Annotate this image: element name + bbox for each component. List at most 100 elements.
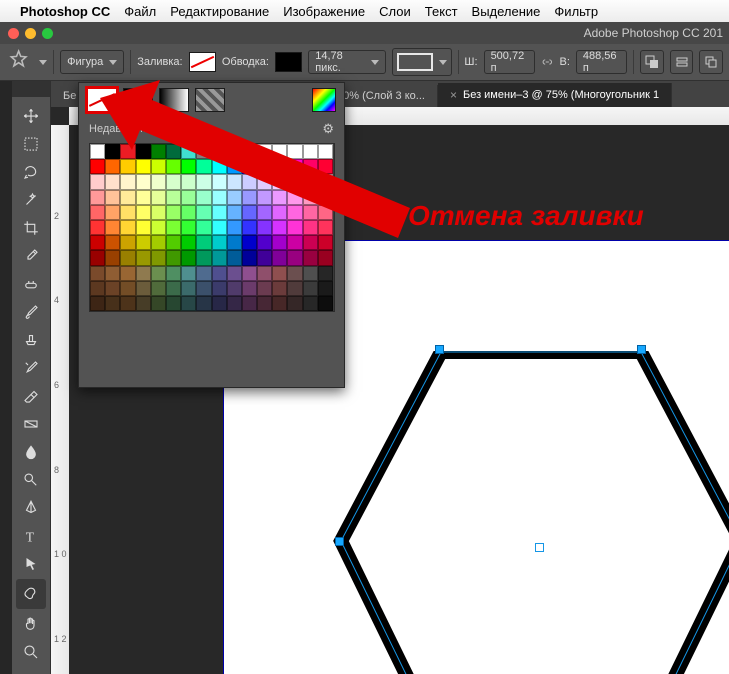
path-operations-button[interactable] [640,50,664,74]
gradient-tool[interactable] [16,411,46,437]
color-swatch[interactable] [272,281,287,296]
menu-layers[interactable]: Слои [379,4,411,19]
menu-file[interactable]: Файл [124,4,156,19]
shape-mode-dropdown[interactable]: Фигура [60,50,124,74]
brush-tool[interactable] [16,299,46,325]
color-swatch[interactable] [196,266,211,281]
history-brush-tool[interactable] [16,355,46,381]
color-swatch[interactable] [151,250,166,265]
transform-handle[interactable] [637,345,646,354]
color-swatch[interactable] [227,250,242,265]
path-arrangement-button[interactable] [699,50,723,74]
color-swatch[interactable] [181,296,196,311]
menu-text[interactable]: Текст [425,4,458,19]
color-swatch[interactable] [272,296,287,311]
color-swatch[interactable] [227,296,242,311]
transform-center-handle[interactable] [535,543,544,552]
magic-wand-tool[interactable] [16,187,46,213]
stroke-swatch[interactable] [275,52,302,72]
color-swatch[interactable] [318,281,333,296]
healing-brush-tool[interactable] [16,271,46,297]
color-swatch[interactable] [90,266,105,281]
color-swatch[interactable] [105,296,120,311]
fill-swatch[interactable] [189,52,216,72]
menu-image[interactable]: Изображение [283,4,365,19]
hexagon-shape[interactable] [331,351,729,674]
color-swatch[interactable] [318,250,333,265]
color-swatch[interactable] [166,250,181,265]
dodge-tool[interactable] [16,467,46,493]
color-swatch[interactable] [151,281,166,296]
tool-preset-icon[interactable] [6,50,31,74]
path-selection-tool[interactable] [16,551,46,577]
menu-select[interactable]: Выделение [472,4,541,19]
color-swatch[interactable] [181,281,196,296]
color-swatch[interactable] [242,266,257,281]
color-swatch[interactable] [120,266,135,281]
color-swatch[interactable] [90,281,105,296]
color-swatch[interactable] [166,296,181,311]
stroke-width-field[interactable]: 14,78 пикс. [308,50,385,74]
color-swatch[interactable] [287,296,302,311]
color-swatch[interactable] [318,296,333,311]
color-swatch[interactable] [166,281,181,296]
marquee-tool[interactable] [16,131,46,157]
color-swatch[interactable] [212,250,227,265]
color-swatch[interactable] [303,281,318,296]
color-swatch[interactable] [303,266,318,281]
color-swatch[interactable] [242,296,257,311]
color-swatch[interactable] [136,266,151,281]
color-swatch[interactable] [212,296,227,311]
crop-tool[interactable] [16,215,46,241]
color-swatch[interactable] [120,250,135,265]
color-swatch[interactable] [257,250,272,265]
color-swatch[interactable] [120,296,135,311]
custom-shape-tool[interactable] [16,579,46,609]
menu-filter[interactable]: Фильтр [554,4,598,19]
color-swatch[interactable] [287,250,302,265]
color-swatch[interactable] [257,296,272,311]
color-swatch[interactable] [196,281,211,296]
color-swatch[interactable] [151,266,166,281]
color-swatch[interactable] [105,281,120,296]
eraser-tool[interactable] [16,383,46,409]
color-swatch[interactable] [272,266,287,281]
color-swatch[interactable] [242,250,257,265]
color-swatch[interactable] [257,266,272,281]
hand-tool[interactable] [16,611,46,637]
color-swatch[interactable] [303,296,318,311]
color-swatch[interactable] [242,281,257,296]
collapsed-panel-strip[interactable] [0,81,12,674]
color-swatch[interactable] [212,281,227,296]
color-swatch[interactable] [136,296,151,311]
clone-stamp-tool[interactable] [16,327,46,353]
height-field[interactable]: 488,56 п [576,50,627,74]
color-swatch[interactable] [105,266,120,281]
color-swatch[interactable] [287,281,302,296]
transform-handle[interactable] [335,537,344,546]
width-field[interactable]: 500,72 п [484,50,535,74]
color-swatch[interactable] [318,266,333,281]
lasso-tool[interactable] [16,159,46,185]
transform-handle[interactable] [435,345,444,354]
color-swatch[interactable] [90,250,105,265]
color-swatch[interactable] [136,281,151,296]
color-swatch[interactable] [227,281,242,296]
move-tool[interactable] [16,103,46,129]
app-menu[interactable]: Photoshop CC [20,4,110,19]
color-swatch[interactable] [287,266,302,281]
color-swatch[interactable] [181,250,196,265]
color-swatch[interactable] [303,250,318,265]
close-tab-icon[interactable]: × [450,88,457,102]
color-swatch[interactable] [90,296,105,311]
pen-tool[interactable] [16,495,46,521]
color-swatch[interactable] [227,266,242,281]
color-swatch[interactable] [105,250,120,265]
color-swatch[interactable] [196,250,211,265]
eyedropper-tool[interactable] [16,243,46,269]
type-tool[interactable]: T [16,523,46,549]
color-swatch[interactable] [136,250,151,265]
color-swatch[interactable] [212,266,227,281]
stroke-style-dropdown[interactable] [392,48,452,76]
document-tab-3[interactable]: × Без имени–3 @ 75% (Многоугольник 1 [438,83,672,107]
